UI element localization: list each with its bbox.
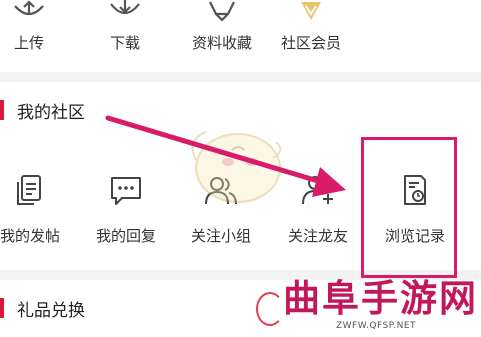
watermark-url: ZWFW.QFSP.NET	[335, 321, 417, 331]
gift-exchange-title: 礼品兑换	[17, 300, 85, 321]
watermark: 曲阜手游网 ZWFW.QFSP.NET	[283, 277, 479, 331]
gift-exchange-header[interactable]: 礼品兑换	[0, 296, 85, 321]
section-accent-bar	[0, 298, 4, 318]
watermark-title: 曲阜手游网	[283, 276, 478, 320]
